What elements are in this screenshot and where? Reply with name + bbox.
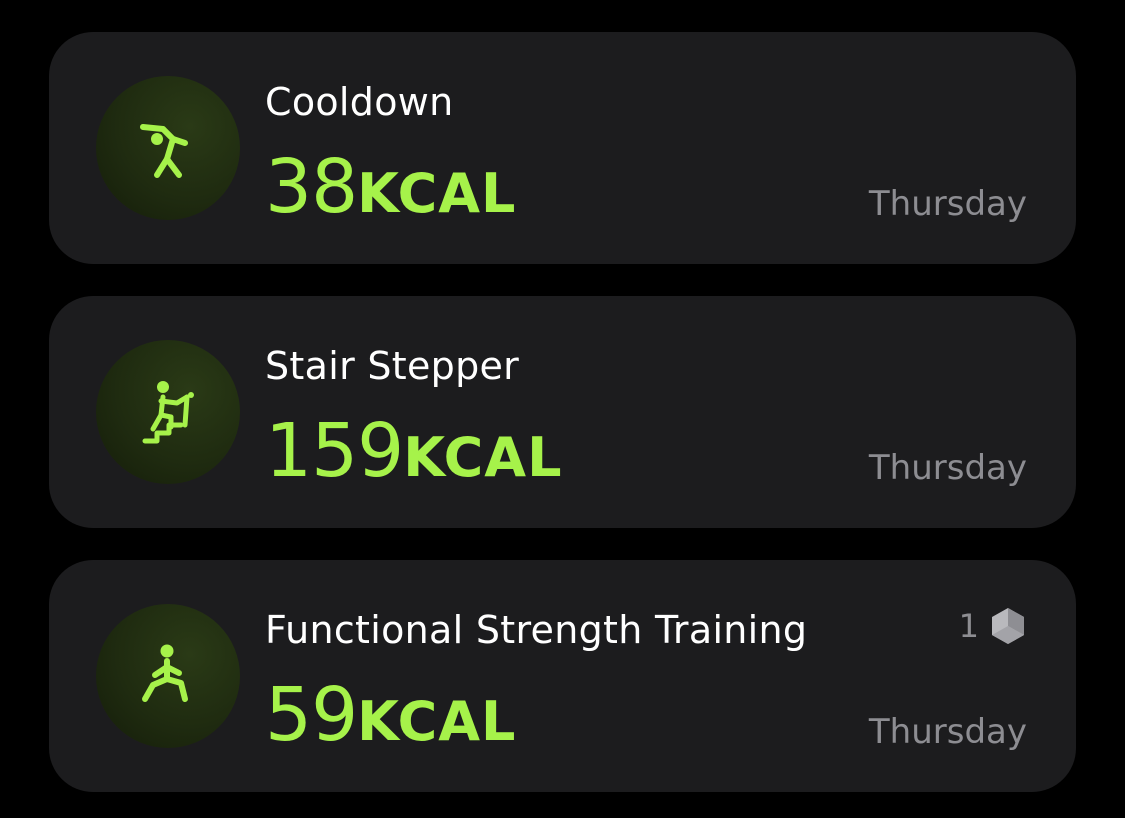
workout-calories: 38KCAL bbox=[265, 150, 516, 224]
award-badge[interactable]: 1 bbox=[959, 606, 1027, 646]
calories-unit: KCAL bbox=[357, 162, 517, 225]
workout-calories: 59KCAL bbox=[265, 678, 516, 752]
stair-stepper-icon bbox=[142, 381, 194, 444]
workout-list: Cooldown 38KCAL Thursday Stair Stepper 1… bbox=[0, 0, 1125, 818]
workout-icon-badge bbox=[96, 340, 240, 484]
award-hexagon-icon bbox=[992, 608, 1024, 644]
workout-icon-badge bbox=[96, 604, 240, 748]
workout-calories: 159KCAL bbox=[265, 414, 563, 488]
workout-day: Thursday bbox=[868, 184, 1027, 224]
workout-title: Functional Strength Training bbox=[265, 608, 808, 652]
workout-card-stair-stepper[interactable]: Stair Stepper 159KCAL Thursday bbox=[49, 296, 1076, 528]
calories-unit: KCAL bbox=[357, 690, 517, 753]
workout-card-functional-strength[interactable]: Functional Strength Training 1 59KCAL Th… bbox=[49, 560, 1076, 792]
workout-title: Stair Stepper bbox=[265, 344, 520, 388]
calories-value: 38 bbox=[265, 144, 358, 230]
workout-card-cooldown[interactable]: Cooldown 38KCAL Thursday bbox=[49, 32, 1076, 264]
functional-strength-icon bbox=[142, 644, 188, 702]
cooldown-stretch-icon bbox=[140, 124, 188, 178]
workout-day: Thursday bbox=[868, 448, 1027, 488]
award-count: 1 bbox=[958, 607, 979, 645]
workout-icon-badge bbox=[96, 76, 240, 220]
calories-value: 59 bbox=[265, 672, 358, 758]
calories-value: 159 bbox=[265, 408, 404, 494]
workout-day: Thursday bbox=[868, 712, 1027, 752]
workout-title: Cooldown bbox=[265, 80, 454, 124]
calories-unit: KCAL bbox=[403, 426, 563, 489]
